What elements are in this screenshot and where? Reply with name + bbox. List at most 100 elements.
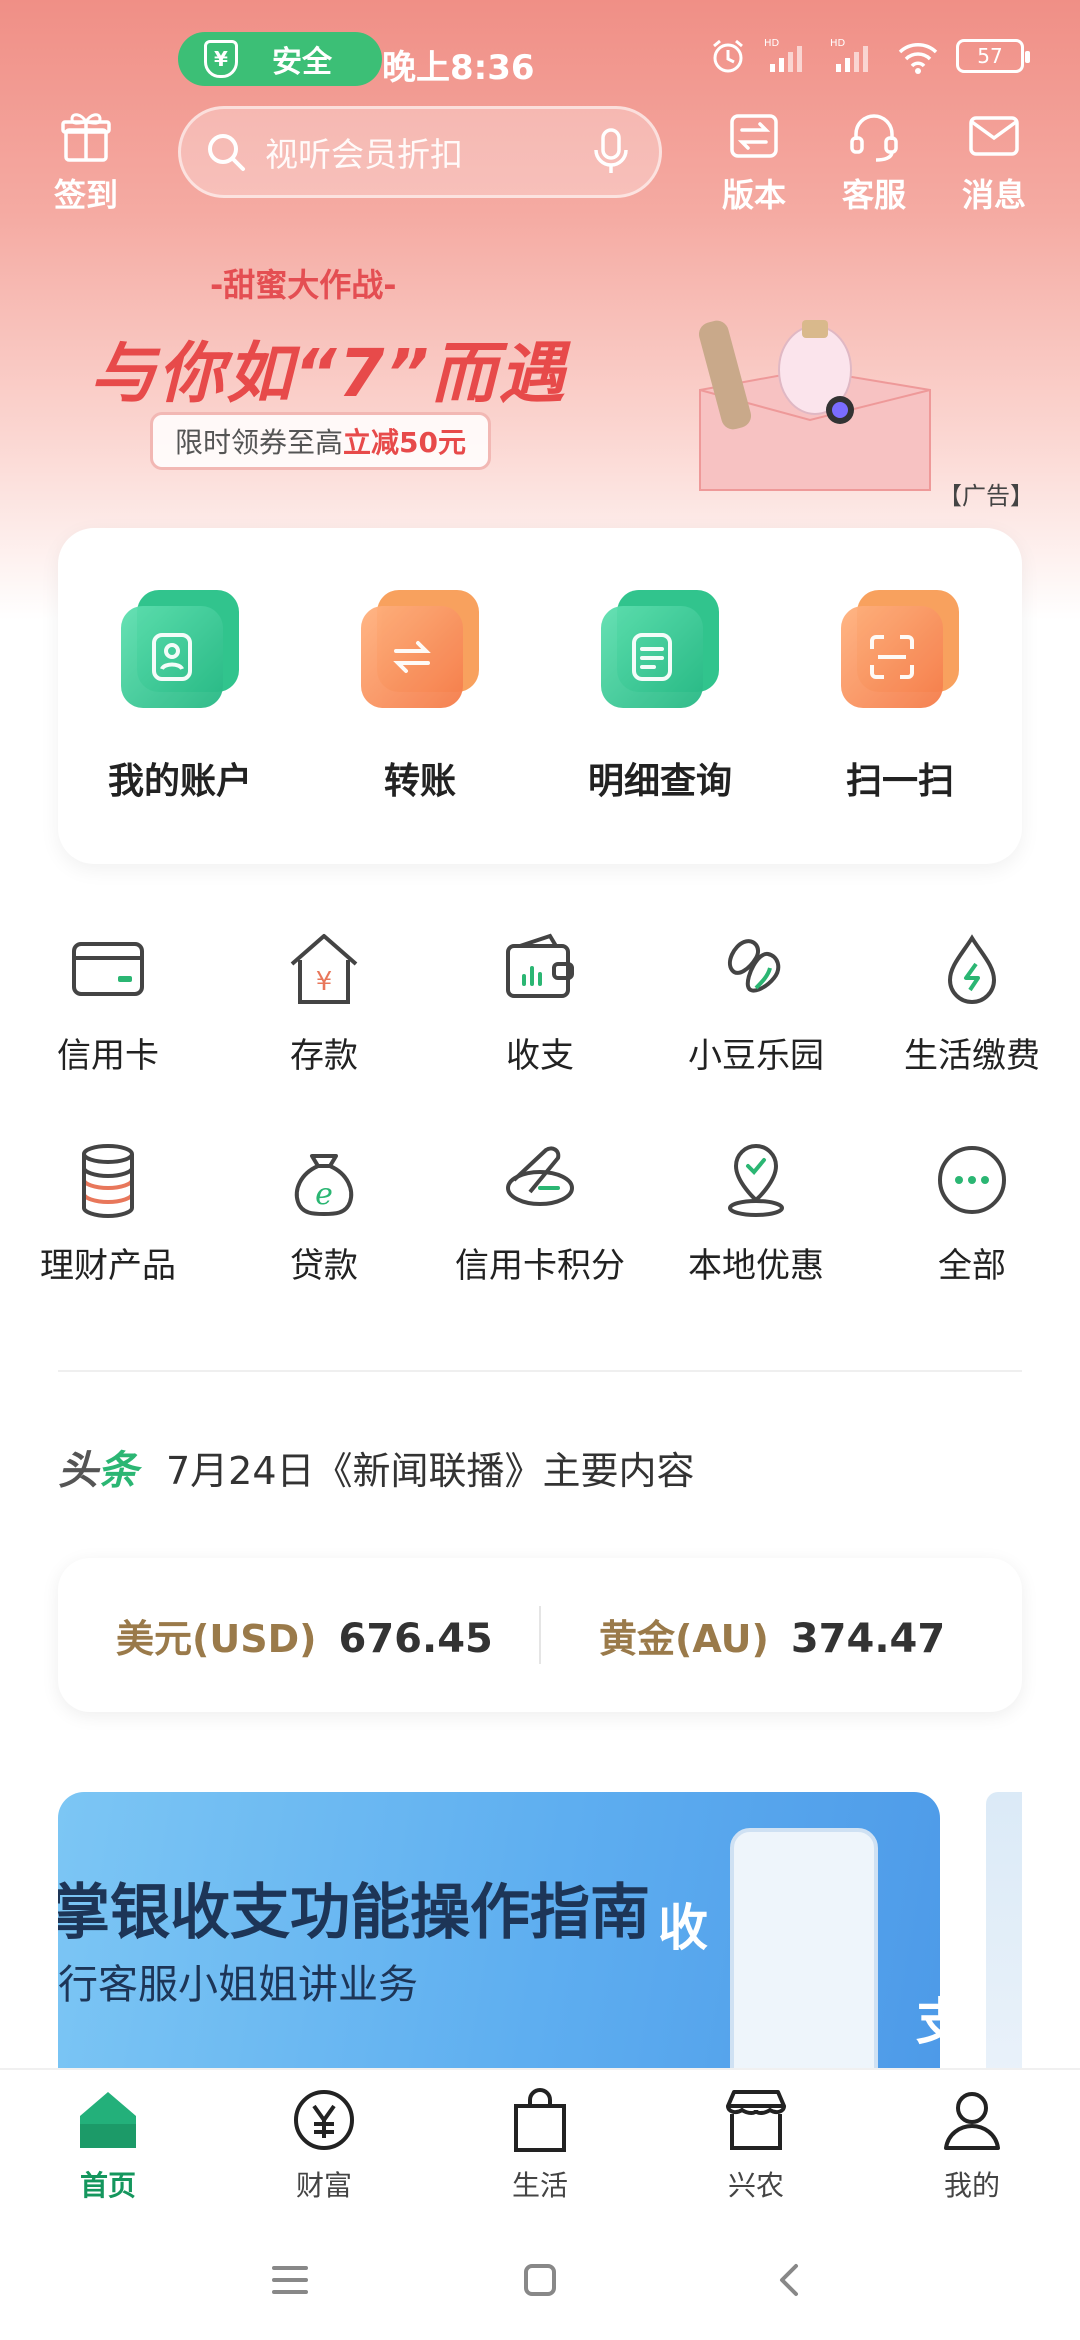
banner-coupon-pill[interactable]: 限时领券至高 立减50元 — [150, 412, 491, 470]
signal-icon: HD — [764, 38, 802, 72]
back-icon[interactable] — [760, 2258, 820, 2302]
section-divider — [58, 1370, 1022, 1372]
wealth-icon — [294, 2090, 354, 2150]
coins-icon — [82, 1144, 134, 1219]
bean-icon — [727, 939, 781, 993]
alarm-icon — [713, 39, 743, 73]
service-label: 信用卡积分 — [455, 1246, 625, 1286]
service-label: 全部 — [938, 1246, 1006, 1286]
service-credit-card[interactable]: 信用卡 — [8, 930, 208, 1077]
gift-icon — [61, 113, 111, 162]
profile-icon — [944, 2092, 1000, 2150]
guide-word-out: 支 — [916, 1982, 940, 2054]
service-deposit[interactable]: ¥ 存款 — [224, 930, 424, 1077]
message-button[interactable]: 消息 — [944, 108, 1044, 216]
menu-icon[interactable] — [260, 2258, 320, 2302]
badge-a: 头 — [58, 1448, 98, 1494]
tab-agriculture[interactable]: 兴农 — [648, 2084, 864, 2204]
location-icon — [728, 1143, 784, 1217]
quick-action-details[interactable]: 明细查询 — [550, 590, 770, 804]
home-icon — [80, 2092, 136, 2148]
home-nav-icon[interactable] — [510, 2258, 570, 2302]
status-icons: HD HD 57 — [708, 36, 1030, 76]
headline-badge: 头条 — [58, 1438, 138, 1496]
shop-icon — [726, 2090, 786, 2150]
scan-icon — [841, 590, 959, 708]
service-loan[interactable]: e 贷款 — [224, 1140, 424, 1287]
tab-life[interactable]: 生活 — [432, 2084, 648, 2204]
tab-label: 生活 — [511, 2169, 568, 2202]
quick-action-account[interactable]: 我的账户 — [70, 590, 290, 804]
service-label: 理财产品 — [40, 1246, 176, 1286]
tab-label: 财富 — [295, 2169, 352, 2202]
rate-usd[interactable]: 美元(USD) 676.45 — [58, 1608, 539, 1663]
news-ticker[interactable]: 头条 7月24日《新闻联播》主要内容 — [58, 1438, 695, 1496]
quick-action-label: 明细查询 — [587, 761, 732, 802]
svg-text:HD: HD — [764, 38, 780, 49]
tab-home[interactable]: 首页 — [0, 2084, 216, 2204]
shopping-bag-icon — [514, 2088, 566, 2152]
more-icon — [938, 1146, 1006, 1214]
service-label: 信用卡 — [57, 1036, 159, 1076]
service-income-expense[interactable]: 收支 — [440, 930, 640, 1077]
search-bar[interactable]: 视听会员折扣 — [178, 106, 662, 198]
signin-label: 签到 — [53, 176, 118, 214]
tab-profile[interactable]: 我的 — [864, 2084, 1080, 2204]
guide-banner-title: 掌银收支功能操作指南 — [58, 1878, 650, 1948]
battery-level: 57 — [977, 44, 1003, 68]
service-all[interactable]: 全部 — [872, 1140, 1072, 1287]
exchange-rates-card[interactable]: 美元(USD) 676.45 黄金(AU) 374.47 — [58, 1558, 1022, 1712]
points-icon — [506, 1146, 574, 1206]
rate-value: 676.45 — [338, 1615, 493, 1662]
utility-drop-icon — [947, 934, 997, 1004]
status-time: 晚上8:36 — [382, 48, 535, 88]
service-bean-park[interactable]: 小豆乐园 — [656, 930, 856, 1077]
quick-action-label: 转账 — [383, 761, 456, 802]
deposit-icon: ¥ — [290, 934, 358, 1004]
service-card-points[interactable]: 信用卡积分 — [440, 1140, 640, 1287]
news-headline: 7月24日《新闻联播》主要内容 — [166, 1448, 695, 1493]
search-placeholder: 视听会员折扣 — [265, 135, 463, 174]
headset-icon — [850, 114, 898, 162]
svg-text:HD: HD — [830, 38, 846, 49]
banner-promo-highlight: 立减50元 — [343, 426, 466, 459]
microphone-icon[interactable] — [591, 126, 631, 178]
badge-b: 条 — [98, 1448, 138, 1494]
service-label: 生活缴费 — [904, 1036, 1040, 1076]
rate-gold[interactable]: 黄金(AU) 374.47 — [541, 1608, 1022, 1663]
service-button[interactable]: 客服 — [824, 108, 924, 216]
wallet-icon — [506, 933, 574, 998]
tab-label: 兴农 — [727, 2169, 784, 2202]
top-header: 签到 视听会员折扣 版本 客服 消息 — [0, 100, 1080, 220]
safe-badge[interactable]: ¥ 安全 — [178, 32, 382, 86]
service-utility-bills[interactable]: 生活缴费 — [872, 930, 1072, 1077]
service-label: 小豆乐园 — [688, 1036, 824, 1076]
search-icon — [208, 134, 245, 171]
signin-button[interactable]: 签到 — [36, 108, 136, 216]
tab-wealth[interactable]: 财富 — [216, 2084, 432, 2204]
wifi-icon — [898, 43, 938, 74]
banner-tagline: -甜蜜大作战- — [210, 266, 397, 304]
service-local-deals[interactable]: 本地优惠 — [656, 1140, 856, 1287]
guide-banner[interactable]: 掌银收支功能操作指南 行客服小姐姐讲业务 收 支 — [58, 1792, 940, 2092]
service-label: 客服 — [841, 176, 906, 214]
quick-action-label: 我的账户 — [107, 761, 252, 802]
version-button[interactable]: 版本 — [704, 108, 804, 216]
message-label: 消息 — [961, 176, 1026, 214]
gift-box-illustration — [698, 320, 931, 491]
next-banner-peek[interactable] — [986, 1792, 1022, 2092]
tab-label: 我的 — [943, 2169, 1000, 2202]
rate-value: 374.47 — [790, 1615, 946, 1662]
account-icon — [121, 590, 239, 708]
service-wealth-products[interactable]: 理财产品 — [8, 1140, 208, 1287]
service-label: 贷款 — [290, 1246, 358, 1286]
promo-hero-banner[interactable]: -甜蜜大作战- 与你如“7”而遇 限时领券至高 立减50元 【广告】 — [0, 240, 1080, 520]
service-label: 存款 — [290, 1036, 358, 1076]
system-navigation-bar — [0, 2220, 1080, 2340]
shield-icon: ¥ — [204, 40, 238, 78]
quick-action-scan[interactable]: 扫一扫 — [790, 590, 1010, 804]
loan-bag-icon: e — [294, 1154, 354, 1217]
tab-label: 首页 — [79, 2169, 136, 2202]
rate-name: 黄金(AU) — [599, 1616, 769, 1661]
quick-action-transfer[interactable]: 转账 — [310, 590, 530, 804]
